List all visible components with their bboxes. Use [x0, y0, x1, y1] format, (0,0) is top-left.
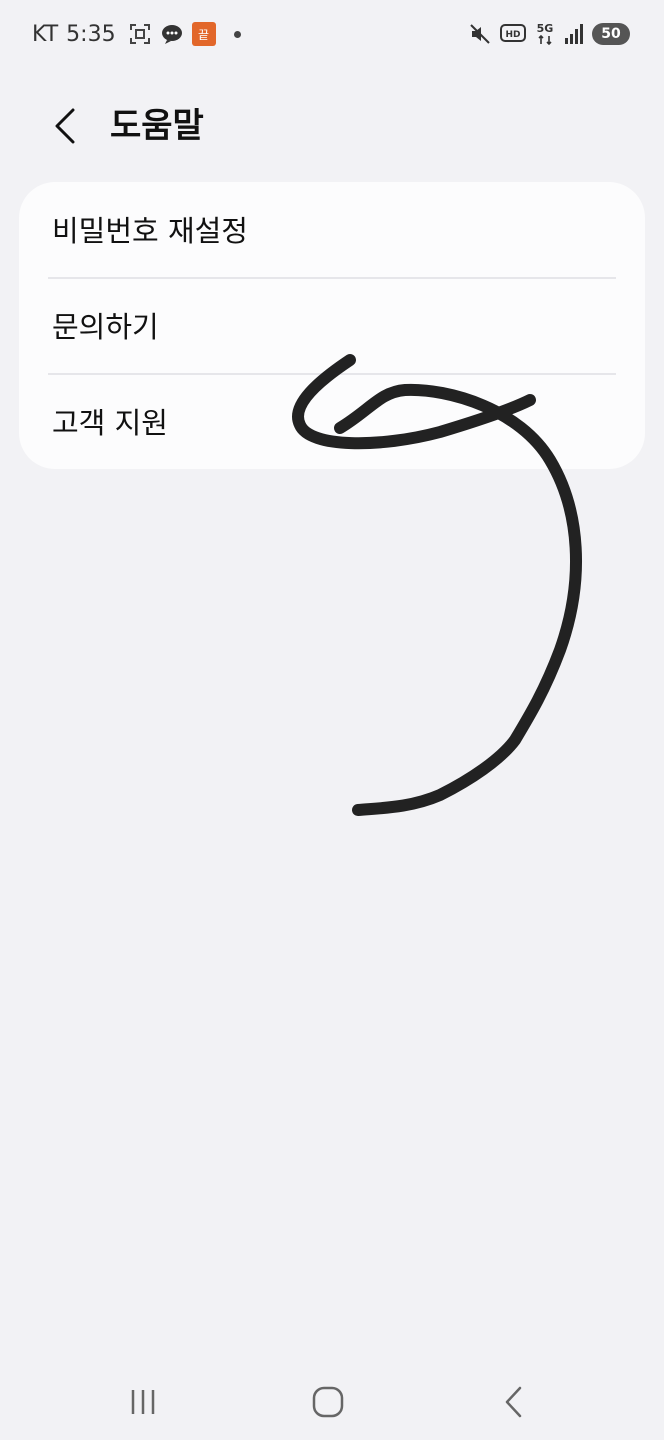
home-button[interactable] — [298, 1380, 358, 1424]
chevron-left-icon — [55, 108, 75, 144]
app-notification-icon: 끝 — [191, 22, 216, 46]
page-title: 도움말 — [110, 106, 204, 146]
app-header: 도움말 — [0, 92, 664, 162]
recent-apps-button[interactable] — [113, 1380, 173, 1424]
menu-item-label: 고객 지원 — [52, 406, 168, 440]
back-button[interactable] — [44, 104, 88, 148]
help-menu-card: 비밀번호 재설정 문의하기 고객 지원 — [19, 182, 645, 469]
system-back-button[interactable] — [485, 1380, 545, 1424]
menu-item-label: 문의하기 — [52, 310, 159, 344]
menu-item-password-reset[interactable]: 비밀번호 재설정 — [19, 182, 645, 276]
signal-icon — [564, 23, 584, 45]
menu-item-inquiry[interactable]: 문의하기 — [19, 278, 645, 372]
clock: 5:35 — [66, 21, 116, 47]
hd-voice-icon: HD — [500, 23, 526, 45]
home-icon — [312, 1386, 344, 1418]
mute-icon — [468, 22, 492, 46]
recent-apps-icon — [131, 1390, 155, 1414]
battery-icon: 50 — [592, 23, 630, 45]
network-5g-icon: 5G — [534, 21, 556, 47]
status-left: KT 5:35 끝 — [32, 18, 241, 50]
screenshot-icon — [128, 22, 152, 46]
system-nav-bar — [0, 1360, 664, 1440]
more-notifications-dot — [233, 30, 241, 38]
chat-bubble-icon — [160, 22, 184, 46]
status-bar: KT 5:35 끝 HD 5G 50 — [0, 0, 664, 68]
status-right: HD 5G 50 — [468, 18, 630, 50]
svg-text:HD: HD — [505, 30, 520, 40]
menu-item-customer-support[interactable]: 고객 지원 — [19, 374, 645, 468]
svg-text:5G: 5G — [537, 22, 554, 35]
back-arrow-icon — [505, 1386, 522, 1418]
menu-item-label: 비밀번호 재설정 — [52, 214, 248, 248]
carrier-label: KT — [32, 21, 59, 47]
